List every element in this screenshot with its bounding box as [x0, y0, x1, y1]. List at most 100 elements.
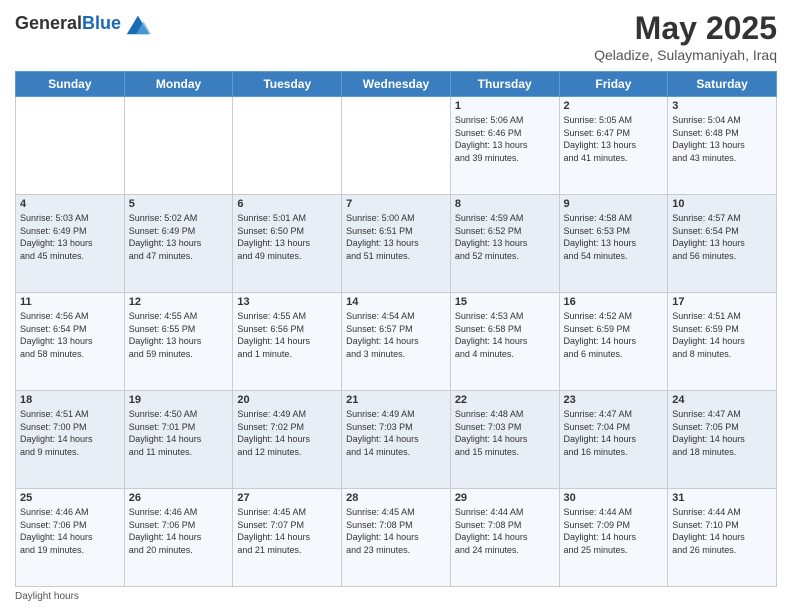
day-info: Sunrise: 4:47 AM Sunset: 7:04 PM Dayligh…: [564, 408, 664, 458]
title-area: May 2025 Qeladize, Sulaymaniyah, Iraq: [594, 10, 777, 63]
weekday-header-friday: Friday: [559, 72, 668, 97]
day-info: Sunrise: 4:52 AM Sunset: 6:59 PM Dayligh…: [564, 310, 664, 360]
calendar-cell: 8Sunrise: 4:59 AM Sunset: 6:52 PM Daylig…: [450, 195, 559, 293]
day-number: 2: [564, 100, 664, 112]
day-info: Sunrise: 5:06 AM Sunset: 6:46 PM Dayligh…: [455, 114, 555, 164]
calendar-cell: 23 Sunrise: 4:47 AM Sunset: 7:04 PM Dayli…: [559, 391, 668, 489]
weekday-header-saturday: Saturday: [668, 72, 777, 97]
day-info: Sunrise: 4:44 AM Sunset: 7:10 PM Dayligh…: [672, 506, 772, 556]
day-info: Sunrise: 4:54 AM Sunset: 6:57 PM Dayligh…: [346, 310, 446, 360]
calendar-cell: 2 Sunrise: 5:05 AM Sunset: 6:47 PM Daylig…: [559, 97, 668, 195]
calendar-cell: 27Sunrise: 4:45 AM Sunset: 7:07 PM Dayli…: [233, 489, 342, 587]
calendar-cell: [124, 97, 233, 195]
day-number: 30: [564, 492, 664, 504]
day-info: Sunrise: 4:45 AM Sunset: 7:08 PM Dayligh…: [346, 506, 446, 556]
weekday-header-wednesday: Wednesday: [342, 72, 451, 97]
day-info: Sunrise: 4:51 AM Sunset: 7:00 PM Dayligh…: [20, 408, 120, 458]
day-info: Sunrise: 4:51 AM Sunset: 6:59 PM Dayligh…: [672, 310, 772, 360]
day-info: Sunrise: 4:47 AM Sunset: 7:05 PM Dayligh…: [672, 408, 772, 458]
day-number: 21: [346, 394, 446, 406]
page: GeneralBlue May 2025 Qeladize, Sulaymani…: [0, 0, 792, 612]
week-row-4: 18 Sunrise: 4:51 AM Sunset: 7:00 PM Dayli…: [16, 391, 777, 489]
day-number: 29: [455, 492, 555, 504]
calendar-cell: 24Sunrise: 4:47 AM Sunset: 7:05 PM Dayli…: [668, 391, 777, 489]
logo: GeneralBlue: [15, 10, 151, 38]
day-number: 1: [455, 100, 555, 112]
logo-text: GeneralBlue: [15, 14, 121, 34]
calendar-cell: 10Sunrise: 4:57 AM Sunset: 6:54 PM Dayli…: [668, 195, 777, 293]
day-number: 15: [455, 296, 555, 308]
day-info: Sunrise: 5:03 AM Sunset: 6:49 PM Dayligh…: [20, 212, 120, 262]
day-info: Sunrise: 4:55 AM Sunset: 6:55 PM Dayligh…: [129, 310, 229, 360]
day-info: Sunrise: 5:05 AM Sunset: 6:47 PM Dayligh…: [564, 114, 664, 164]
calendar-cell: 21 Sunrise: 4:49 AM Sunset: 7:03 PM Dayli…: [342, 391, 451, 489]
day-number: 7: [346, 198, 446, 210]
calendar-cell: [233, 97, 342, 195]
calendar-cell: 3 Sunrise: 5:04 AM Sunset: 6:48 PM Daylig…: [668, 97, 777, 195]
calendar-title: May 2025: [594, 10, 777, 47]
week-row-3: 11Sunrise: 4:56 AM Sunset: 6:54 PM Dayli…: [16, 293, 777, 391]
calendar-cell: [342, 97, 451, 195]
day-info: Sunrise: 4:49 AM Sunset: 7:03 PM Dayligh…: [346, 408, 446, 458]
day-number: 26: [129, 492, 229, 504]
calendar-cell: 26Sunrise: 4:46 AM Sunset: 7:06 PM Dayli…: [124, 489, 233, 587]
day-info: Sunrise: 5:02 AM Sunset: 6:49 PM Dayligh…: [129, 212, 229, 262]
calendar-cell: 29Sunrise: 4:44 AM Sunset: 7:08 PM Dayli…: [450, 489, 559, 587]
day-info: Sunrise: 4:49 AM Sunset: 7:02 PM Dayligh…: [237, 408, 337, 458]
day-number: 11: [20, 296, 120, 308]
calendar-cell: 15 Sunrise: 4:53 AM Sunset: 6:58 PM Dayli…: [450, 293, 559, 391]
week-row-2: 4 Sunrise: 5:03 AM Sunset: 6:49 PM Daylig…: [16, 195, 777, 293]
day-number: 3: [672, 100, 772, 112]
day-number: 4: [20, 198, 120, 210]
day-number: 20: [237, 394, 337, 406]
day-info: Sunrise: 5:04 AM Sunset: 6:48 PM Dayligh…: [672, 114, 772, 164]
calendar-cell: 20 Sunrise: 4:49 AM Sunset: 7:02 PM Dayli…: [233, 391, 342, 489]
day-number: 14: [346, 296, 446, 308]
calendar-cell: 28 Sunrise: 4:45 AM Sunset: 7:08 PM Dayli…: [342, 489, 451, 587]
day-info: Sunrise: 4:44 AM Sunset: 7:09 PM Dayligh…: [564, 506, 664, 556]
calendar-cell: 7 Sunrise: 5:00 AM Sunset: 6:51 PM Daylig…: [342, 195, 451, 293]
day-info: Sunrise: 5:01 AM Sunset: 6:50 PM Dayligh…: [237, 212, 337, 262]
day-info: Sunrise: 5:00 AM Sunset: 6:51 PM Dayligh…: [346, 212, 446, 262]
calendar-cell: 31 Sunrise: 4:44 AM Sunset: 7:10 PM Dayli…: [668, 489, 777, 587]
calendar-cell: 1 Sunrise: 5:06 AM Sunset: 6:46 PM Daylig…: [450, 97, 559, 195]
calendar-cell: 25Sunrise: 4:46 AM Sunset: 7:06 PM Dayli…: [16, 489, 125, 587]
calendar-subtitle: Qeladize, Sulaymaniyah, Iraq: [594, 47, 777, 63]
weekday-header-monday: Monday: [124, 72, 233, 97]
calendar-cell: 19 Sunrise: 4:50 AM Sunset: 7:01 PM Dayli…: [124, 391, 233, 489]
calendar-cell: 14 Sunrise: 4:54 AM Sunset: 6:57 PM Dayli…: [342, 293, 451, 391]
footer-note: Daylight hours: [15, 591, 777, 602]
day-number: 22: [455, 394, 555, 406]
day-info: Sunrise: 4:58 AM Sunset: 6:53 PM Dayligh…: [564, 212, 664, 262]
day-number: 9: [564, 198, 664, 210]
day-info: Sunrise: 4:50 AM Sunset: 7:01 PM Dayligh…: [129, 408, 229, 458]
day-number: 12: [129, 296, 229, 308]
logo-blue: Blue: [82, 13, 121, 33]
daylight-label: Daylight hours: [15, 591, 79, 602]
week-row-5: 25Sunrise: 4:46 AM Sunset: 7:06 PM Dayli…: [16, 489, 777, 587]
day-number: 18: [20, 394, 120, 406]
logo-general: General: [15, 13, 82, 33]
day-number: 31: [672, 492, 772, 504]
calendar-cell: 30 Sunrise: 4:44 AM Sunset: 7:09 PM Dayli…: [559, 489, 668, 587]
day-number: 6: [237, 198, 337, 210]
weekday-header-tuesday: Tuesday: [233, 72, 342, 97]
day-info: Sunrise: 4:59 AM Sunset: 6:52 PM Dayligh…: [455, 212, 555, 262]
calendar-cell: [16, 97, 125, 195]
day-number: 27: [237, 492, 337, 504]
day-number: 19: [129, 394, 229, 406]
day-number: 23: [564, 394, 664, 406]
calendar-table: SundayMondayTuesdayWednesdayThursdayFrid…: [15, 71, 777, 587]
calendar-cell: 6 Sunrise: 5:01 AM Sunset: 6:50 PM Daylig…: [233, 195, 342, 293]
day-number: 16: [564, 296, 664, 308]
week-row-1: 1 Sunrise: 5:06 AM Sunset: 6:46 PM Daylig…: [16, 97, 777, 195]
calendar-cell: 12 Sunrise: 4:55 AM Sunset: 6:55 PM Dayli…: [124, 293, 233, 391]
calendar-cell: 22 Sunrise: 4:48 AM Sunset: 7:03 PM Dayli…: [450, 391, 559, 489]
day-info: Sunrise: 4:53 AM Sunset: 6:58 PM Dayligh…: [455, 310, 555, 360]
calendar-cell: 16 Sunrise: 4:52 AM Sunset: 6:59 PM Dayli…: [559, 293, 668, 391]
calendar-cell: 13Sunrise: 4:55 AM Sunset: 6:56 PM Dayli…: [233, 293, 342, 391]
weekday-header-sunday: Sunday: [16, 72, 125, 97]
calendar-cell: 18 Sunrise: 4:51 AM Sunset: 7:00 PM Dayli…: [16, 391, 125, 489]
day-number: 28: [346, 492, 446, 504]
day-info: Sunrise: 4:48 AM Sunset: 7:03 PM Dayligh…: [455, 408, 555, 458]
